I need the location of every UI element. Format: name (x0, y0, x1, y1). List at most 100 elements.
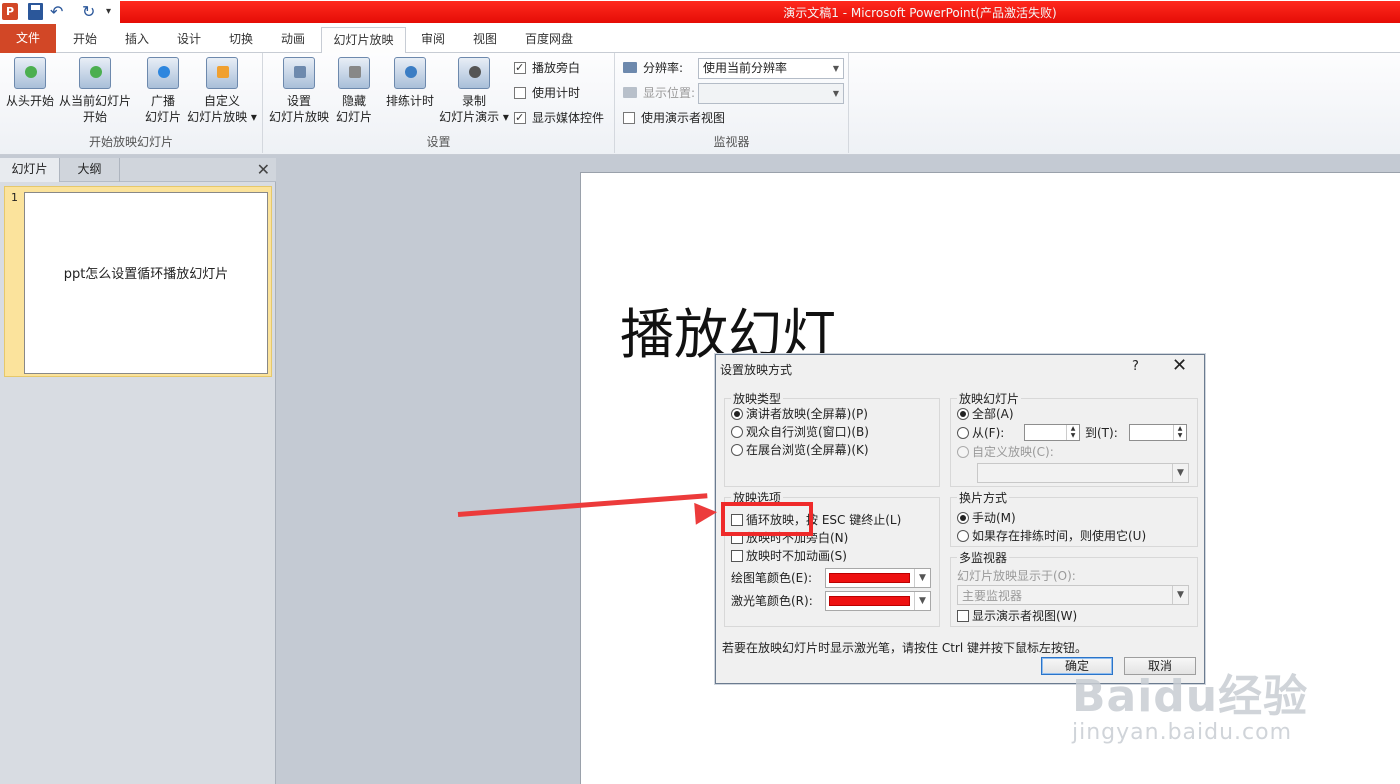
radio-manual[interactable]: 手动(M) (957, 510, 1016, 527)
group-label: 设置 (426, 135, 451, 149)
laser-color-swatch (829, 596, 910, 606)
tab-view[interactable]: 视图 (462, 27, 508, 53)
use-timings-checkbox[interactable]: 使用计时 (514, 84, 580, 102)
custom-show-dropdown: ▼ (977, 463, 1189, 483)
radio-presenter[interactable]: 演讲者放映(全屏幕)(P) (731, 406, 868, 423)
checkbox-checked-icon (514, 109, 526, 127)
radio-icon (957, 427, 969, 439)
multiple-monitors-group: 多监视器 幻灯片放映显示于(O): 主要监视器 ▼ 显示演示者视图(W) (950, 549, 1198, 627)
chevron-down-icon: ▼ (1172, 586, 1188, 604)
radio-custom-show: 自定义放映(C): (957, 444, 1054, 461)
record-slide-show-button[interactable]: 录制 幻灯片演示 ▾ (437, 57, 511, 125)
redo-icon[interactable]: ↻ (82, 3, 100, 20)
checkbox-icon (623, 112, 635, 124)
radio-use-timings[interactable]: 如果存在排练时间，则使用它(U) (957, 528, 1146, 545)
slide-number: 1 (11, 191, 18, 204)
group-label: 放映幻灯片 (957, 390, 1022, 407)
checkbox-checked-icon (514, 59, 526, 77)
tab-design[interactable]: 设计 (166, 27, 212, 53)
radio-from-slide[interactable]: 从(F): (957, 425, 1004, 442)
advance-slides-group: 换片方式 手动(M) 如果存在排练时间，则使用它(U) (950, 489, 1198, 547)
broadcast-icon (147, 57, 179, 89)
radio-kiosk[interactable]: 在展台浏览(全屏幕)(K) (731, 442, 869, 459)
tab-transitions[interactable]: 切换 (218, 27, 264, 53)
group-label: 开始放映幻灯片 (88, 135, 173, 149)
show-presenter-view-checkbox[interactable]: 显示演示者视图(W) (957, 608, 1077, 625)
checkbox-icon (731, 550, 743, 562)
tab-home[interactable]: 开始 (62, 27, 108, 53)
from-slide-spinner[interactable]: ▲ ▼ (1024, 424, 1080, 441)
tab-file[interactable]: 文件 (0, 24, 56, 53)
tab-outline[interactable]: 大纲 (60, 158, 120, 182)
chevron-down-icon: ▼ (914, 569, 930, 587)
radio-icon (957, 530, 969, 542)
save-icon[interactable] (28, 3, 43, 20)
play-current-icon (79, 57, 111, 89)
broadcast-slide-show-button[interactable]: 广播 幻灯片 (140, 57, 186, 125)
ribbon-tabs: 文件 开始 插入 设计 切换 动画 幻灯片放映 审阅 视图 百度网盘 (0, 24, 1400, 53)
play-narrations-checkbox[interactable]: 播放旁白 (514, 59, 580, 77)
customize-qat-icon[interactable]: ▾ (106, 3, 116, 20)
pane-tabs: 幻灯片 大纲 ✕ (0, 158, 276, 182)
annotation-arrow-head (694, 501, 718, 525)
custom-show-icon (206, 57, 238, 89)
powerpoint-app-icon[interactable]: P (2, 3, 18, 20)
group-start-slide-show: 从头开始 从当前幻灯片 开始 广播 幻灯片 自定义 幻灯片放映 ▾ 开始放映幻灯… (0, 53, 263, 153)
help-button[interactable]: ? (1132, 359, 1139, 374)
chevron-down-icon: ▼ (832, 89, 839, 98)
display-on-label: 幻灯片放映显示于(O): (957, 569, 1076, 583)
resolution-dropdown[interactable]: 使用当前分辨率 ▼ (698, 58, 844, 79)
radio-all-slides[interactable]: 全部(A) (957, 406, 1014, 423)
spinner-arrows-icon[interactable]: ▲ ▼ (1066, 425, 1079, 440)
tab-insert[interactable]: 插入 (114, 27, 160, 53)
radio-icon (731, 426, 743, 438)
group-label: 监视器 (713, 135, 750, 149)
setup-show-icon (283, 57, 315, 89)
show-slides-group: 放映幻灯片 全部(A) 从(F): ▲ ▼ 到(T): ▲ ▼ 自定义放映(C): … (950, 390, 1198, 487)
to-slide-spinner[interactable]: ▲ ▼ (1129, 424, 1187, 441)
tab-animations[interactable]: 动画 (270, 27, 316, 53)
close-icon[interactable]: ✕ (1172, 355, 1187, 376)
undo-icon[interactable]: ↶ (50, 3, 70, 20)
watermark-logo: Baidu经验 (1072, 671, 1309, 722)
hide-slide-icon (338, 57, 370, 89)
slides-pane: 幻灯片 大纲 ✕ 1 ppt怎么设置循环播放幻灯片 (0, 158, 276, 784)
from-beginning-button[interactable]: 从头开始 (4, 57, 56, 109)
from-current-slide-button[interactable]: 从当前幻灯片 开始 (56, 57, 134, 125)
set-up-slide-show-button[interactable]: 设置 幻灯片放映 (269, 57, 329, 125)
group-label: 换片方式 (957, 489, 1010, 506)
rehearse-timings-button[interactable]: 排练计时 (381, 57, 439, 109)
slide-thumbnail[interactable]: ppt怎么设置循环播放幻灯片 (24, 192, 268, 374)
checkbox-icon (514, 87, 526, 99)
slide-thumbnail-selected[interactable]: 1 ppt怎么设置循环播放幻灯片 (4, 186, 272, 377)
laser-hint-text: 若要在放映幻灯片时显示激光笔，请按住 Ctrl 键并按下鼠标左按钮。 (722, 641, 1087, 655)
ribbon: 从头开始 从当前幻灯片 开始 广播 幻灯片 自定义 幻灯片放映 ▾ 开始放映幻灯… (0, 53, 1400, 155)
close-icon[interactable]: ✕ (257, 158, 270, 182)
tab-slides[interactable]: 幻灯片 (0, 158, 60, 182)
hide-slide-button[interactable]: 隐藏 幻灯片 (331, 57, 377, 125)
custom-slide-show-button[interactable]: 自定义 幻灯片放映 ▾ (186, 57, 258, 125)
to-label: 到(T): (1085, 426, 1118, 440)
pen-color-swatch (829, 573, 910, 583)
use-presenter-view-checkbox[interactable]: 使用演示者视图 (623, 109, 725, 127)
radio-selected-icon (957, 512, 969, 524)
radio-disabled-icon (957, 446, 969, 458)
tab-review[interactable]: 审阅 (410, 27, 456, 53)
no-animation-checkbox[interactable]: 放映时不加动画(S) (731, 548, 847, 565)
resolution-icon (623, 62, 637, 73)
show-on-icon (623, 87, 637, 98)
spinner-arrows-icon[interactable]: ▲ ▼ (1173, 425, 1186, 440)
show-on-dropdown: ▼ (698, 83, 844, 104)
watermark-url: jingyan.baidu.com (1072, 720, 1293, 745)
radio-browsed-window[interactable]: 观众自行浏览(窗口)(B) (731, 424, 869, 441)
tab-baidu-netdisk[interactable]: 百度网盘 (514, 27, 584, 53)
resolution-label: 分辨率: (623, 59, 683, 77)
thumbnail-title: ppt怎么设置循环播放幻灯片 (63, 267, 229, 282)
pen-color-dropdown[interactable]: ▼ (825, 568, 931, 588)
group-label: 多监视器 (957, 549, 1010, 566)
play-monitor-icon (14, 57, 46, 89)
radio-selected-icon (731, 408, 743, 420)
tab-slide-show[interactable]: 幻灯片放映 (321, 27, 406, 53)
show-media-controls-checkbox[interactable]: 显示媒体控件 (514, 109, 604, 127)
laser-color-dropdown[interactable]: ▼ (825, 591, 931, 611)
